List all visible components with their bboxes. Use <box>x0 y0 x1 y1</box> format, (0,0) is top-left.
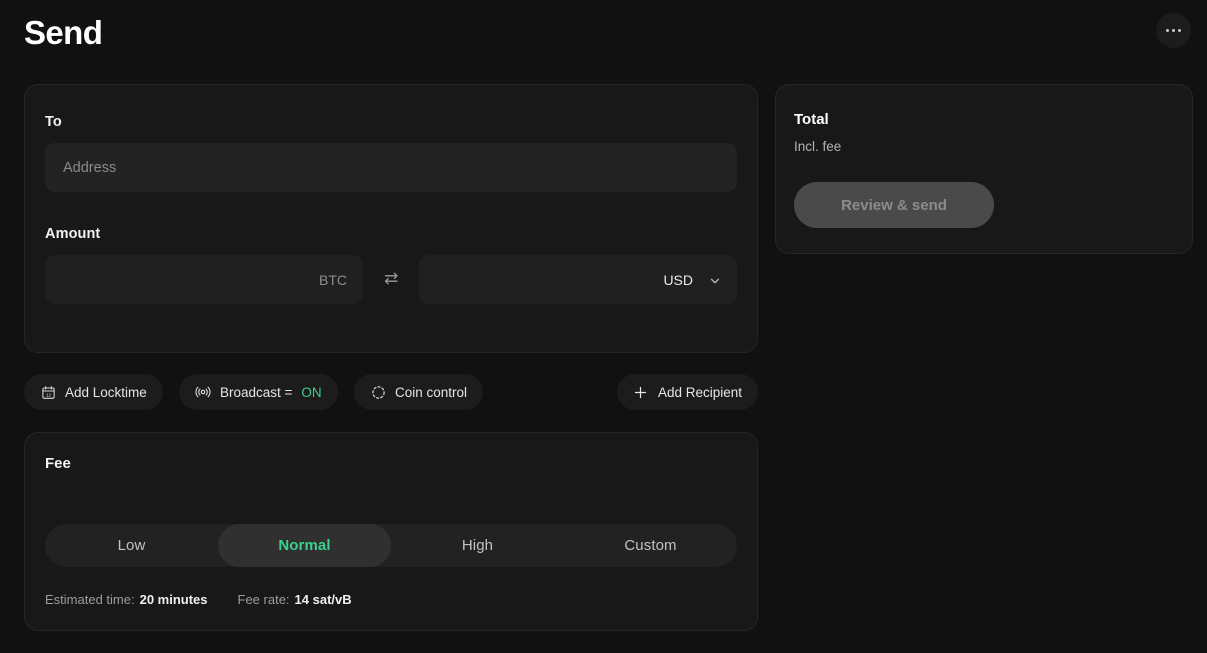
fee-rate-value: 14 sat/vB <box>295 592 352 607</box>
broadcast-value: ON <box>301 385 321 400</box>
chevron-down-icon[interactable] <box>709 274 721 286</box>
swap-currency-button[interactable] <box>363 255 419 304</box>
address-input[interactable] <box>45 143 737 192</box>
add-locktime-button[interactable]: 12 Add Locktime <box>24 374 163 410</box>
estimated-time-value: 20 minutes <box>140 592 208 607</box>
fee-option-low[interactable]: Low <box>45 524 218 567</box>
amount-label: Amount <box>45 226 100 242</box>
action-chips-row: 12 Add Locktime Broadcast = ON <box>24 374 758 410</box>
estimated-time: Estimated time: 20 minutes <box>45 592 208 607</box>
fee-option-normal[interactable]: Normal <box>218 524 391 567</box>
amount-row: BTC USD <box>45 255 737 304</box>
total-card <box>775 84 1193 254</box>
broadcast-label: Broadcast = <box>220 385 292 400</box>
svg-text:12: 12 <box>45 392 51 397</box>
fee-rate-label: Fee rate: <box>238 592 290 607</box>
fee-option-high[interactable]: High <box>391 524 564 567</box>
estimated-time-label: Estimated time: <box>45 592 135 607</box>
fiat-unit-label[interactable]: USD <box>663 272 693 288</box>
more-options-button[interactable] <box>1156 13 1191 48</box>
total-subtitle: Incl. fee <box>794 139 841 154</box>
broadcast-icon <box>195 384 211 400</box>
total-title: Total <box>794 111 829 128</box>
page-title: Send <box>24 12 102 54</box>
swap-horizontal-icon <box>383 270 400 290</box>
coin-control-button[interactable]: Coin control <box>354 374 483 410</box>
review-and-send-button[interactable]: Review & send <box>794 182 994 228</box>
page-header: Send <box>0 0 1207 63</box>
fee-title: Fee <box>45 455 71 472</box>
plus-icon <box>633 384 649 400</box>
fee-rate: Fee rate: 14 sat/vB <box>238 592 352 607</box>
fiat-amount-field[interactable]: USD <box>419 255 737 304</box>
ellipsis-icon <box>1166 29 1181 32</box>
broadcast-toggle-button[interactable]: Broadcast = ON <box>179 374 338 410</box>
send-form-card <box>24 84 758 353</box>
send-screen: Send To Amount Send max BTC <box>0 0 1207 653</box>
add-recipient-button[interactable]: Add Recipient <box>617 374 758 410</box>
dashed-circle-icon <box>370 384 386 400</box>
coin-control-label: Coin control <box>395 385 467 400</box>
crypto-amount-field[interactable]: BTC <box>45 255 363 304</box>
fee-segmented-control: Low Normal High Custom <box>45 524 737 567</box>
add-recipient-label: Add Recipient <box>658 385 742 400</box>
crypto-amount-input[interactable] <box>45 255 363 304</box>
calendar-icon: 12 <box>40 384 56 400</box>
add-locktime-label: Add Locktime <box>65 385 147 400</box>
fee-option-custom[interactable]: Custom <box>564 524 737 567</box>
fee-meta: Estimated time: 20 minutes Fee rate: 14 … <box>45 592 352 607</box>
to-label: To <box>45 114 62 130</box>
